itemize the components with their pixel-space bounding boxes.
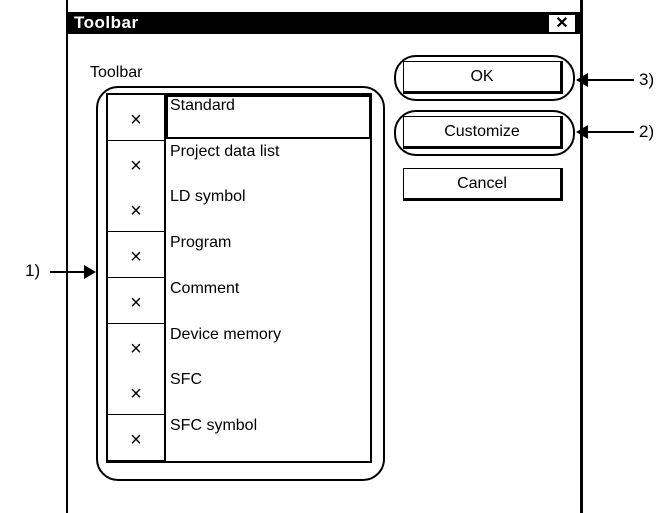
callout-1-line xyxy=(50,271,86,273)
toolbar-row[interactable]: × SFC symbol xyxy=(108,414,370,461)
arrow-left-icon xyxy=(576,73,588,87)
x-mark-icon: × xyxy=(130,109,142,131)
callout-2-line xyxy=(588,131,634,133)
toggle-x-icon[interactable]: × xyxy=(108,140,166,187)
arrow-left-icon xyxy=(576,125,588,139)
toggle-x-icon[interactable]: × xyxy=(108,186,166,233)
callout-1-label: 1) xyxy=(25,261,41,280)
toolbar-row[interactable]: × Program xyxy=(108,232,370,279)
x-mark-icon: × xyxy=(130,200,142,223)
toolbar-row[interactable]: × Standard xyxy=(108,95,371,141)
x-mark-icon: × xyxy=(130,154,142,177)
callout-2-label: 2) xyxy=(639,122,655,141)
toggle-x-icon[interactable]: × xyxy=(108,323,166,370)
toolbar-row[interactable]: × SFC xyxy=(108,369,370,416)
close-icon[interactable]: ✕ xyxy=(548,14,576,33)
toolbar-row-label: Standard xyxy=(170,97,235,114)
customize-button[interactable]: Customize xyxy=(403,116,563,149)
title-bar xyxy=(68,12,580,34)
dialog-title: Toolbar xyxy=(74,13,139,32)
toggle-x-icon[interactable]: × xyxy=(108,414,166,461)
arrow-right-icon xyxy=(84,265,96,279)
toolbar-row-label: Program xyxy=(170,234,232,252)
toolbar-list: × Standard × Project data list × LD symbol × Pr… xyxy=(106,93,372,463)
toolbar-row[interactable]: × LD symbol xyxy=(108,186,370,233)
toolbar-row-label: Device memory xyxy=(170,325,282,343)
toolbar-row-label: Comment xyxy=(170,279,240,297)
toolbar-row-label: LD symbol xyxy=(170,188,246,206)
toolbar-row-label: SFC symbol xyxy=(170,416,258,434)
toolbar-row-label: Project data list xyxy=(170,142,280,160)
x-mark-icon: × xyxy=(130,383,142,406)
x-mark-icon: × xyxy=(130,291,142,314)
toolbar-row[interactable]: × Device memory xyxy=(108,323,370,370)
x-mark-icon: × xyxy=(130,428,142,451)
toggle-x-icon[interactable]: × xyxy=(108,95,166,141)
toggle-x-icon[interactable]: × xyxy=(108,369,166,416)
toggle-x-icon[interactable]: × xyxy=(108,277,166,324)
callout-3-label: 3) xyxy=(639,70,655,89)
toolbar-row[interactable]: × Comment xyxy=(108,277,370,324)
toolbar-row[interactable]: × Project data list xyxy=(108,140,370,187)
x-mark-icon: × xyxy=(130,337,142,360)
toggle-x-icon[interactable]: × xyxy=(108,232,166,279)
ok-button[interactable]: OK xyxy=(403,61,563,94)
cancel-button[interactable]: Cancel xyxy=(403,168,563,201)
x-mark-icon: × xyxy=(130,246,142,269)
toolbar-row-label: SFC xyxy=(170,371,202,389)
toolbar-group-label: Toolbar xyxy=(90,64,143,81)
callout-3-line xyxy=(588,79,634,81)
